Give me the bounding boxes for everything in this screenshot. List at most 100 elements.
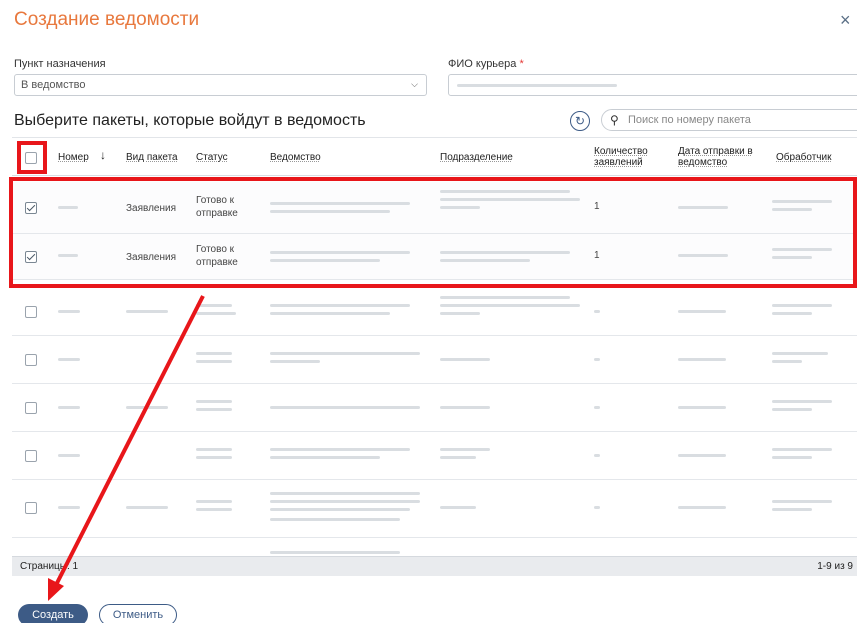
column-agency[interactable]: Ведомство (270, 152, 321, 163)
blurred-type (126, 406, 168, 409)
blurred-date (678, 406, 726, 409)
blurred-agency (270, 304, 410, 307)
destination-select-value: В ведомство (21, 79, 86, 91)
blurred-count (594, 358, 600, 361)
blurred-handler (772, 352, 828, 355)
table-row[interactable] (12, 336, 857, 384)
blurred-handler (772, 508, 812, 511)
blurred-status (196, 312, 236, 315)
blurred-agency (270, 202, 410, 205)
blurred-handler (772, 400, 832, 403)
destination-select[interactable]: В ведомство ⌵ (14, 74, 427, 96)
blurred-handler (772, 304, 832, 307)
blurred-agency (270, 352, 420, 355)
blurred-status (196, 448, 232, 451)
row-count: 1 (594, 250, 600, 261)
blurred-department (440, 312, 480, 315)
search-icon: ⚲ (610, 113, 619, 127)
blurred-number (58, 310, 80, 313)
row-checkbox[interactable] (25, 450, 37, 462)
dialog-title: Создание ведомости (14, 9, 200, 30)
blurred-number (58, 206, 78, 209)
column-type[interactable]: Вид пакета (126, 152, 178, 163)
table-row[interactable]: Заявления Готово к отправке 1 (12, 182, 857, 234)
blurred-agency (270, 492, 420, 495)
blurred-agency (270, 448, 410, 451)
blurred-handler (772, 448, 832, 451)
blurred-handler (772, 500, 832, 503)
column-status[interactable]: Статус (196, 152, 228, 163)
column-number[interactable]: Номер (58, 152, 89, 163)
blurred-department (440, 406, 490, 409)
row-checkbox[interactable] (25, 202, 37, 214)
refresh-icon[interactable]: ↻ (570, 111, 590, 131)
create-button[interactable]: Создать (18, 604, 88, 623)
blurred-date (678, 454, 726, 457)
close-icon[interactable]: × (840, 10, 851, 31)
blurred-department (440, 190, 570, 193)
destination-label-text: Пункт назначения (14, 58, 106, 70)
row-checkbox[interactable] (25, 502, 37, 514)
row-checkbox[interactable] (25, 251, 37, 263)
pagination-range: 1-9 из 9 (817, 561, 853, 572)
cancel-button[interactable]: Отменить (99, 604, 177, 623)
column-sent-date[interactable]: Дата отправки в ведомство (678, 146, 758, 168)
blurred-date (678, 254, 728, 257)
blurred-department (440, 448, 490, 451)
sort-arrow-icon[interactable]: ↓ (100, 149, 106, 161)
annotation-arrow-head (48, 578, 64, 601)
blurred-handler (772, 256, 812, 259)
column-count[interactable]: Количество заявлений (594, 146, 654, 168)
blurred-type (126, 506, 168, 509)
row-type: Заявления (126, 203, 177, 214)
search-input[interactable]: ⚲ Поиск по номеру пакета (601, 109, 857, 131)
blurred-agency (270, 312, 390, 315)
blurred-department (440, 304, 580, 307)
row-type: Заявления (126, 252, 177, 263)
blurred-department (440, 259, 530, 262)
courier-label-text: ФИО курьера (448, 58, 517, 70)
blurred-department (440, 358, 490, 361)
blurred-number (58, 506, 80, 509)
chevron-down-icon: ⌵ (411, 79, 418, 89)
blurred-department (440, 198, 580, 201)
table-row[interactable] (12, 384, 857, 432)
blurred-handler (772, 208, 812, 211)
row-checkbox[interactable] (25, 354, 37, 366)
row-checkbox[interactable] (25, 402, 37, 414)
blurred-status (196, 408, 232, 411)
blurred-agency (270, 551, 400, 554)
column-department[interactable]: Подразделение (440, 152, 513, 163)
row-checkbox[interactable] (25, 306, 37, 318)
table-row[interactable] (12, 288, 857, 336)
table-row[interactable] (12, 480, 857, 538)
blurred-agency (270, 251, 410, 254)
blurred-count (594, 310, 600, 313)
row-status: Готово к отправке (196, 244, 238, 268)
blurred-department (440, 251, 570, 254)
blurred-department (440, 296, 570, 299)
table-row[interactable] (12, 538, 857, 558)
search-placeholder: Поиск по номеру пакета (628, 114, 751, 126)
table-footer: Страницы: 1 1-9 из 9 (12, 556, 857, 576)
blurred-number (58, 454, 80, 457)
blurred-agency (270, 210, 390, 213)
blurred-department (440, 206, 480, 209)
blurred-status (196, 352, 232, 355)
courier-input[interactable] (448, 74, 857, 96)
required-mark: * (519, 58, 524, 70)
blurred-handler (772, 248, 832, 251)
blurred-agency (270, 518, 400, 521)
select-all-checkbox[interactable] (25, 152, 37, 164)
blurred-date (678, 310, 726, 313)
table-row[interactable] (12, 432, 857, 480)
table-header: Номер ↓ Вид пакета Статус Ведомство Подр… (12, 138, 857, 176)
blurred-handler (772, 200, 832, 203)
column-number-label: Номер (58, 152, 89, 163)
blurred-date (678, 506, 726, 509)
blurred-status (196, 456, 232, 459)
table-row[interactable]: Заявления Готово к отправке 1 (12, 234, 857, 280)
packages-heading: Выберите пакеты, которые войдут в ведомо… (14, 112, 366, 129)
row-status: Готово к отправке (196, 195, 238, 219)
column-handler[interactable]: Обработчик (776, 152, 831, 163)
